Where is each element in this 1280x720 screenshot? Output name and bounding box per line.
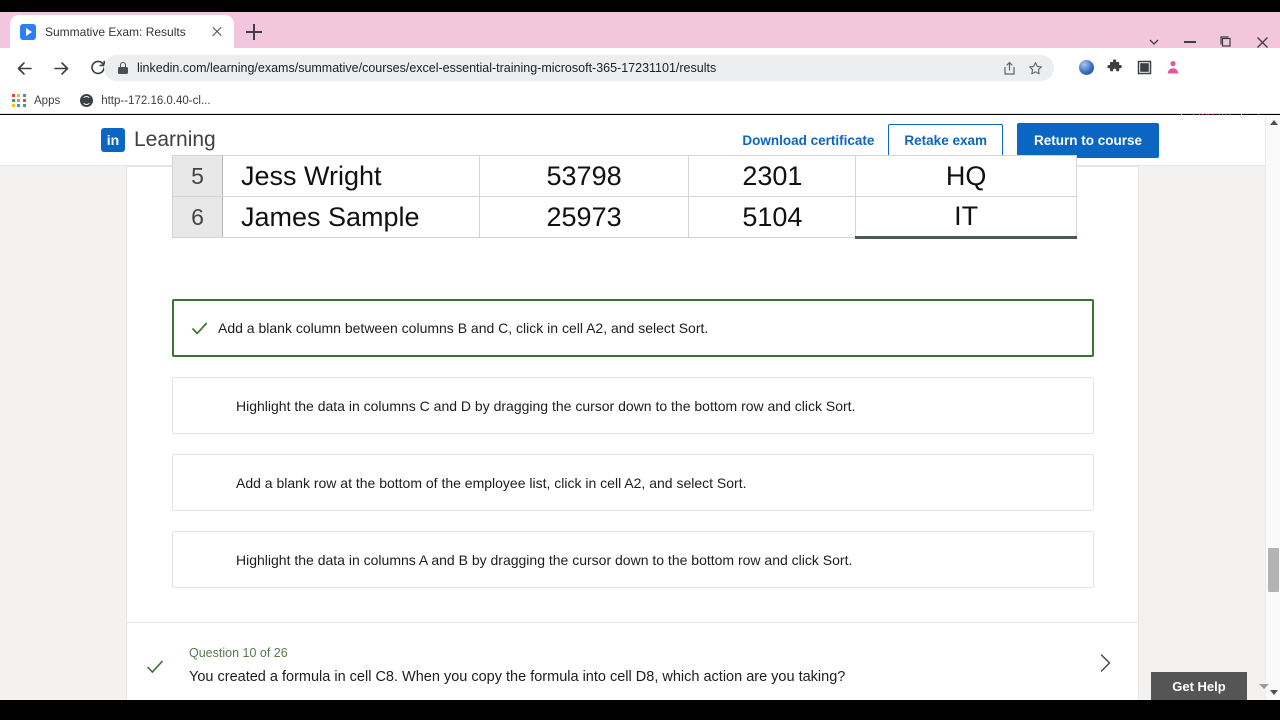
video-play-icon: [20, 23, 36, 40]
spreadsheet-table: 5 Jess Wright 53798 2301 HQ 6 James Samp…: [172, 155, 1077, 239]
scrollbar-thumb[interactable]: [1268, 548, 1279, 592]
bookmark-star-icon[interactable]: [1024, 57, 1046, 79]
cell-value2: 2301: [688, 155, 857, 197]
linkedin-logo-icon: in: [101, 128, 125, 152]
cell-value1: 25973: [478, 196, 690, 238]
forward-icon[interactable]: [46, 53, 76, 83]
row-header: 5: [172, 155, 223, 197]
address-bar[interactable]: linkedin.com/learning/exams/summative/co…: [104, 55, 1054, 81]
row-header: 6: [172, 196, 223, 238]
profile-avatar-icon[interactable]: [1162, 56, 1184, 78]
get-help-button[interactable]: Get Help: [1151, 672, 1247, 700]
header-actions: Download certificate Retake exam Return …: [742, 122, 1159, 158]
sidepanel-icon[interactable]: [1133, 56, 1155, 78]
answer-option-text: Add a blank row at the bottom of the emp…: [236, 474, 747, 491]
answer-option-text: Highlight the data in columns C and D by…: [236, 397, 856, 414]
next-question-body: Question 10 of 26 You created a formula …: [175, 646, 1094, 685]
close-icon[interactable]: [208, 23, 226, 41]
table-row: 6 James Sample 25973 5104 IT: [172, 196, 1077, 239]
bookmarks-bar: Apps http--172.16.0.40-cl...: [0, 88, 1280, 114]
spreadsheet-preview: 5 Jess Wright 53798 2301 HQ 6 James Samp…: [172, 155, 1077, 239]
page-scrollbar[interactable]: [1265, 115, 1280, 700]
share-icon[interactable]: [998, 57, 1020, 79]
check-icon: [145, 653, 175, 677]
tab-title: Summative Exam: Results: [45, 24, 186, 39]
globe-icon: [80, 94, 94, 107]
caret-down-icon: [1259, 684, 1269, 689]
check-icon: [190, 319, 218, 338]
next-question-row: Question 10 of 26 You created a formula …: [127, 623, 1138, 700]
cell-value2: 5104: [688, 196, 857, 238]
answer-options: Add a blank column between columns B and…: [172, 299, 1094, 608]
browser-window: Summative Exam: Results linkedin.com/lea…: [0, 0, 1280, 720]
back-icon[interactable]: [9, 53, 39, 83]
new-tab-button[interactable]: [242, 20, 266, 44]
table-row: 5 Jess Wright 53798 2301 HQ: [172, 155, 1077, 197]
question-result-card: 5 Jess Wright 53798 2301 HQ 6 James Samp…: [126, 155, 1139, 700]
download-certificate-link[interactable]: Download certificate: [742, 133, 874, 148]
globe-extension-icon[interactable]: [1075, 56, 1097, 78]
return-to-course-button[interactable]: Return to course: [1016, 122, 1159, 158]
answer-option-correct[interactable]: Add a blank column between columns B and…: [172, 299, 1094, 357]
scroll-up-icon[interactable]: [1266, 115, 1280, 130]
lock-icon: [118, 62, 128, 74]
question-counter: Question 10 of 26: [189, 645, 288, 660]
question-text: You created a formula in cell C8. When y…: [189, 668, 846, 685]
bookmark-label: http--172.16.0.40-cl...: [101, 94, 211, 107]
navigation-toolbar: linkedin.com/learning/exams/summative/co…: [0, 48, 1280, 127]
cell-dept: HQ: [855, 155, 1077, 197]
brand-word: Learning: [134, 128, 216, 151]
extension-icons: [1075, 56, 1184, 78]
retake-exam-button[interactable]: Retake exam: [888, 123, 1003, 157]
cell-name: James Sample: [221, 196, 480, 238]
answer-option[interactable]: Highlight the data in columns A and B by…: [172, 531, 1094, 588]
bookmark-item[interactable]: http--172.16.0.40-cl...: [80, 94, 211, 107]
page-viewport: in Learning Download certificate Retake …: [0, 115, 1280, 700]
browser-tab[interactable]: Summative Exam: Results: [10, 15, 234, 48]
tab-strip: Summative Exam: Results: [0, 12, 1280, 48]
cell-value1: 53798: [478, 155, 690, 197]
puzzle-extensions-icon[interactable]: [1104, 56, 1126, 78]
answer-option[interactable]: Add a blank row at the bottom of the emp…: [172, 454, 1094, 511]
cell-name: Jess Wright: [221, 155, 480, 197]
cell-dept: IT: [855, 196, 1077, 239]
answer-option-text: Highlight the data in columns A and B by…: [236, 551, 853, 568]
chevron-right-icon[interactable]: [1094, 652, 1116, 679]
brand-logo[interactable]: in Learning: [101, 128, 216, 152]
answer-option[interactable]: Highlight the data in columns C and D by…: [172, 377, 1094, 434]
apps-grid-icon[interactable]: [12, 93, 26, 108]
answer-option-text: Add a blank column between columns B and…: [218, 320, 709, 336]
next-question-card[interactable]: Question 10 of 26 You created a formula …: [126, 622, 1139, 700]
url-text: linkedin.com/learning/exams/summative/co…: [137, 61, 717, 75]
apps-label[interactable]: Apps: [34, 95, 60, 107]
